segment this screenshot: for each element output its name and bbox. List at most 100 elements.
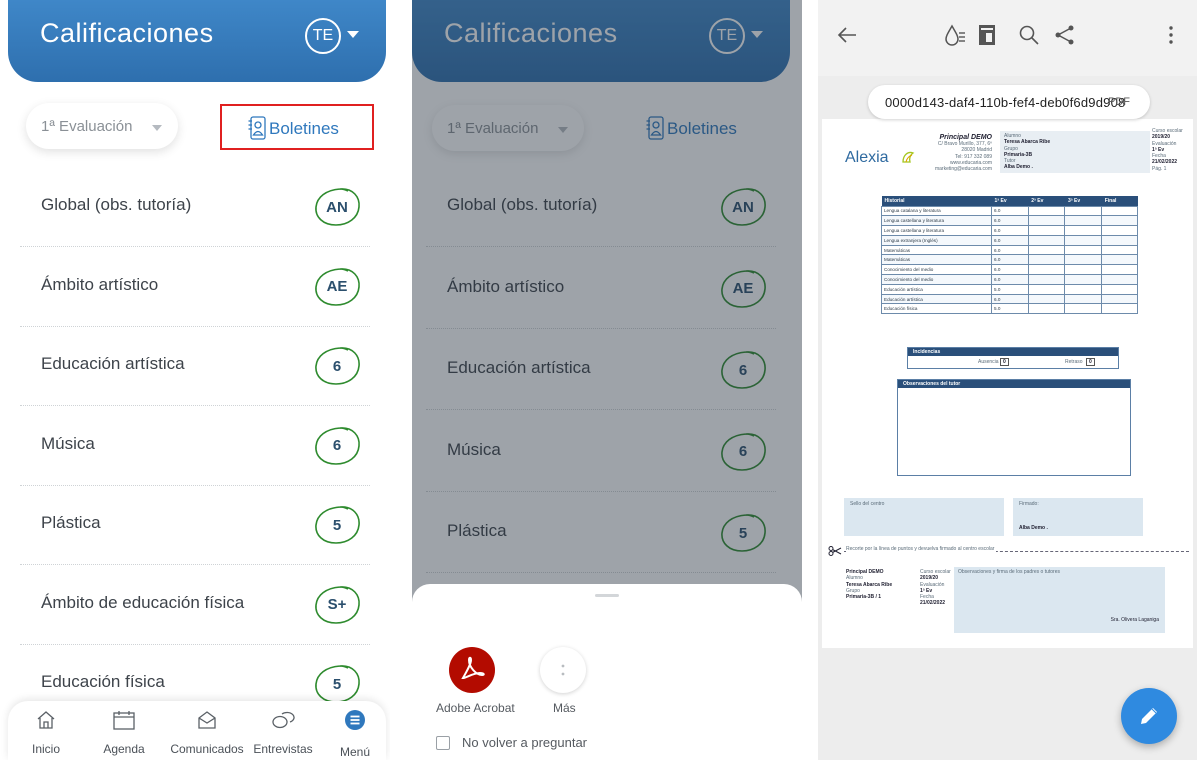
grades-screen: Calificaciones TE 1ª Evaluación Boletine… (0, 0, 390, 760)
back-arrow-icon[interactable] (836, 24, 858, 46)
grade-row[interactable]: Música 6 (426, 412, 776, 492)
evaluation-select[interactable]: 1ª Evaluación (432, 105, 584, 151)
history-row: Conocimiento del medio 6.0 (881, 274, 1138, 285)
grade-value: 6 (332, 437, 342, 454)
grade-value: 6 (332, 357, 342, 375)
history-cell (1027, 205, 1066, 217)
history-row: Lengua extranjera (Inglés) 6.0 (881, 234, 1138, 246)
grade-row[interactable]: Global (obs. tutoría) AN (20, 167, 370, 247)
search-icon[interactable] (1018, 24, 1040, 46)
bottom-nav: Inicio Agenda Comunicados Entrevistas Me… (8, 701, 386, 760)
chevron-down-icon[interactable] (751, 31, 763, 38)
history-row: Matemáticas 6.0 (881, 244, 1138, 256)
grade-row[interactable]: Educación artística 6 (20, 326, 370, 406)
history-cell: Lengua castellana y literatura (881, 215, 992, 227)
history-cell (1027, 244, 1066, 256)
history-cell (1027, 264, 1066, 276)
share-sheet: Adobe Acrobat Más No volver a preguntar (412, 584, 802, 760)
grade-row[interactable]: Plástica 5 (20, 485, 370, 565)
adobe-acrobat-icon[interactable] (449, 647, 495, 693)
avatar[interactable]: TE (709, 18, 745, 54)
subject-label: Plástica (41, 513, 101, 532)
nav-menu[interactable]: Menú (330, 701, 380, 760)
student-meta: Alumno Teresa Abarca Ribe Grupo Primaria… (1000, 131, 1150, 173)
edit-fab[interactable] (1121, 688, 1177, 744)
history-cell: 6.0 (991, 234, 1029, 246)
dont-ask-checkbox[interactable] (436, 736, 450, 750)
history-cell: Lengua catalana y literatura (881, 205, 992, 217)
dont-ask-label: No volver a preguntar (462, 735, 588, 750)
bookmark-page-icon[interactable] (978, 24, 996, 46)
history-cell: 6.0 (991, 225, 1029, 236)
overflow-menu-icon[interactable] (1168, 24, 1174, 46)
boletines-label: Boletines (667, 119, 737, 138)
cut-text: Recorte por la línea de puntos y devuelv… (846, 546, 997, 553)
history-cell (1101, 283, 1138, 295)
nav-label: Agenda (103, 742, 145, 756)
grade-badge: 6 (310, 344, 364, 388)
history-cell: Educación artística (881, 293, 992, 305)
nav-entrevistas[interactable]: Entrevistas (250, 701, 316, 760)
acrobat-logo-icon (461, 656, 485, 680)
grade-row[interactable]: Ámbito de educación física S+ (20, 565, 370, 645)
school-info: Principal DEMO C/ Bravo Murillo, 377, 6º… (934, 134, 992, 172)
history-cell (1101, 293, 1138, 305)
grade-value: AE (732, 280, 754, 297)
more-apps-icon[interactable] (540, 647, 586, 693)
boletines-button[interactable]: Boletines (220, 104, 374, 150)
file-name-pill[interactable]: 0000d143-daf4-110b-fef4-deb0f6d9d908 PDF (868, 85, 1150, 119)
grade-value: AN (732, 198, 754, 216)
nav-label: Inicio (31, 742, 60, 756)
history-cell: Matemáticas (881, 254, 992, 266)
grade-value: 6 (738, 361, 748, 379)
grade-value: 6 (738, 443, 748, 460)
history-table: Historial 1ª Ev 2ª Ev 3ª Ev Final Lengua cat… (881, 196, 1138, 315)
history-cell: Lengua extranjera (Inglés) (881, 234, 992, 246)
nav-agenda[interactable]: Agenda (98, 701, 150, 760)
history-cell: 6.0 (991, 264, 1029, 276)
calendar-icon (113, 711, 135, 730)
grade-row[interactable]: Ámbito artístico AE (20, 247, 370, 327)
menu-icon (345, 710, 365, 730)
grade-badge: AE (310, 265, 364, 309)
evaluation-select[interactable]: 1ª Evaluación (26, 103, 178, 149)
grade-row[interactable]: Música 6 (20, 406, 370, 486)
history-cell (1064, 274, 1103, 285)
stub-left: Principal DEMO Alumno Teresa Abarca Ribe… (846, 569, 893, 600)
grade-row[interactable]: Educación artística 6 (426, 330, 776, 410)
alexia-logo: Alexia (845, 149, 889, 166)
history-cell (1101, 225, 1138, 236)
history-cell: 5.0 (991, 303, 1029, 315)
reading-mode-icon[interactable] (944, 24, 966, 48)
share-icon[interactable] (1054, 24, 1076, 46)
grade-value: 5 (738, 524, 748, 542)
report-book-icon (646, 116, 664, 140)
history-cell (1101, 205, 1138, 217)
history-header: Final (1101, 196, 1138, 206)
nav-label: Entrevistas (253, 742, 313, 756)
chat-bubbles-icon (272, 711, 295, 729)
pencil-icon (1141, 708, 1157, 724)
firmado-box: Firmado: Alba Demo . (1013, 498, 1143, 536)
sheet-handle[interactable] (595, 594, 619, 597)
history-cell: 6.0 (991, 274, 1029, 285)
grade-row[interactable]: Global (obs. tutoría) AN (426, 167, 776, 247)
history-cell (1027, 254, 1066, 266)
avatar[interactable]: TE (305, 18, 341, 54)
chevron-down-icon[interactable] (347, 31, 359, 38)
grade-row[interactable]: Ámbito artístico AE (426, 249, 776, 329)
history-cell: Matemáticas (881, 244, 992, 256)
history-cell (1064, 244, 1103, 256)
nav-comunicados[interactable]: Comunicados (165, 701, 249, 760)
share-app-label: Más (553, 701, 576, 715)
nav-inicio[interactable]: Inicio (24, 701, 68, 760)
subject-label: Ámbito artístico (41, 274, 159, 294)
grade-badge: 6 (310, 424, 364, 468)
history-cell (1064, 293, 1103, 305)
grade-value: S+ (327, 596, 347, 613)
boletines-button[interactable]: Boletines (620, 106, 774, 152)
history-cell: Educación artística (881, 283, 992, 295)
grade-row[interactable]: Plástica 5 (426, 493, 776, 573)
history-cell (1064, 234, 1103, 246)
grade-badge: 6 (716, 348, 770, 392)
